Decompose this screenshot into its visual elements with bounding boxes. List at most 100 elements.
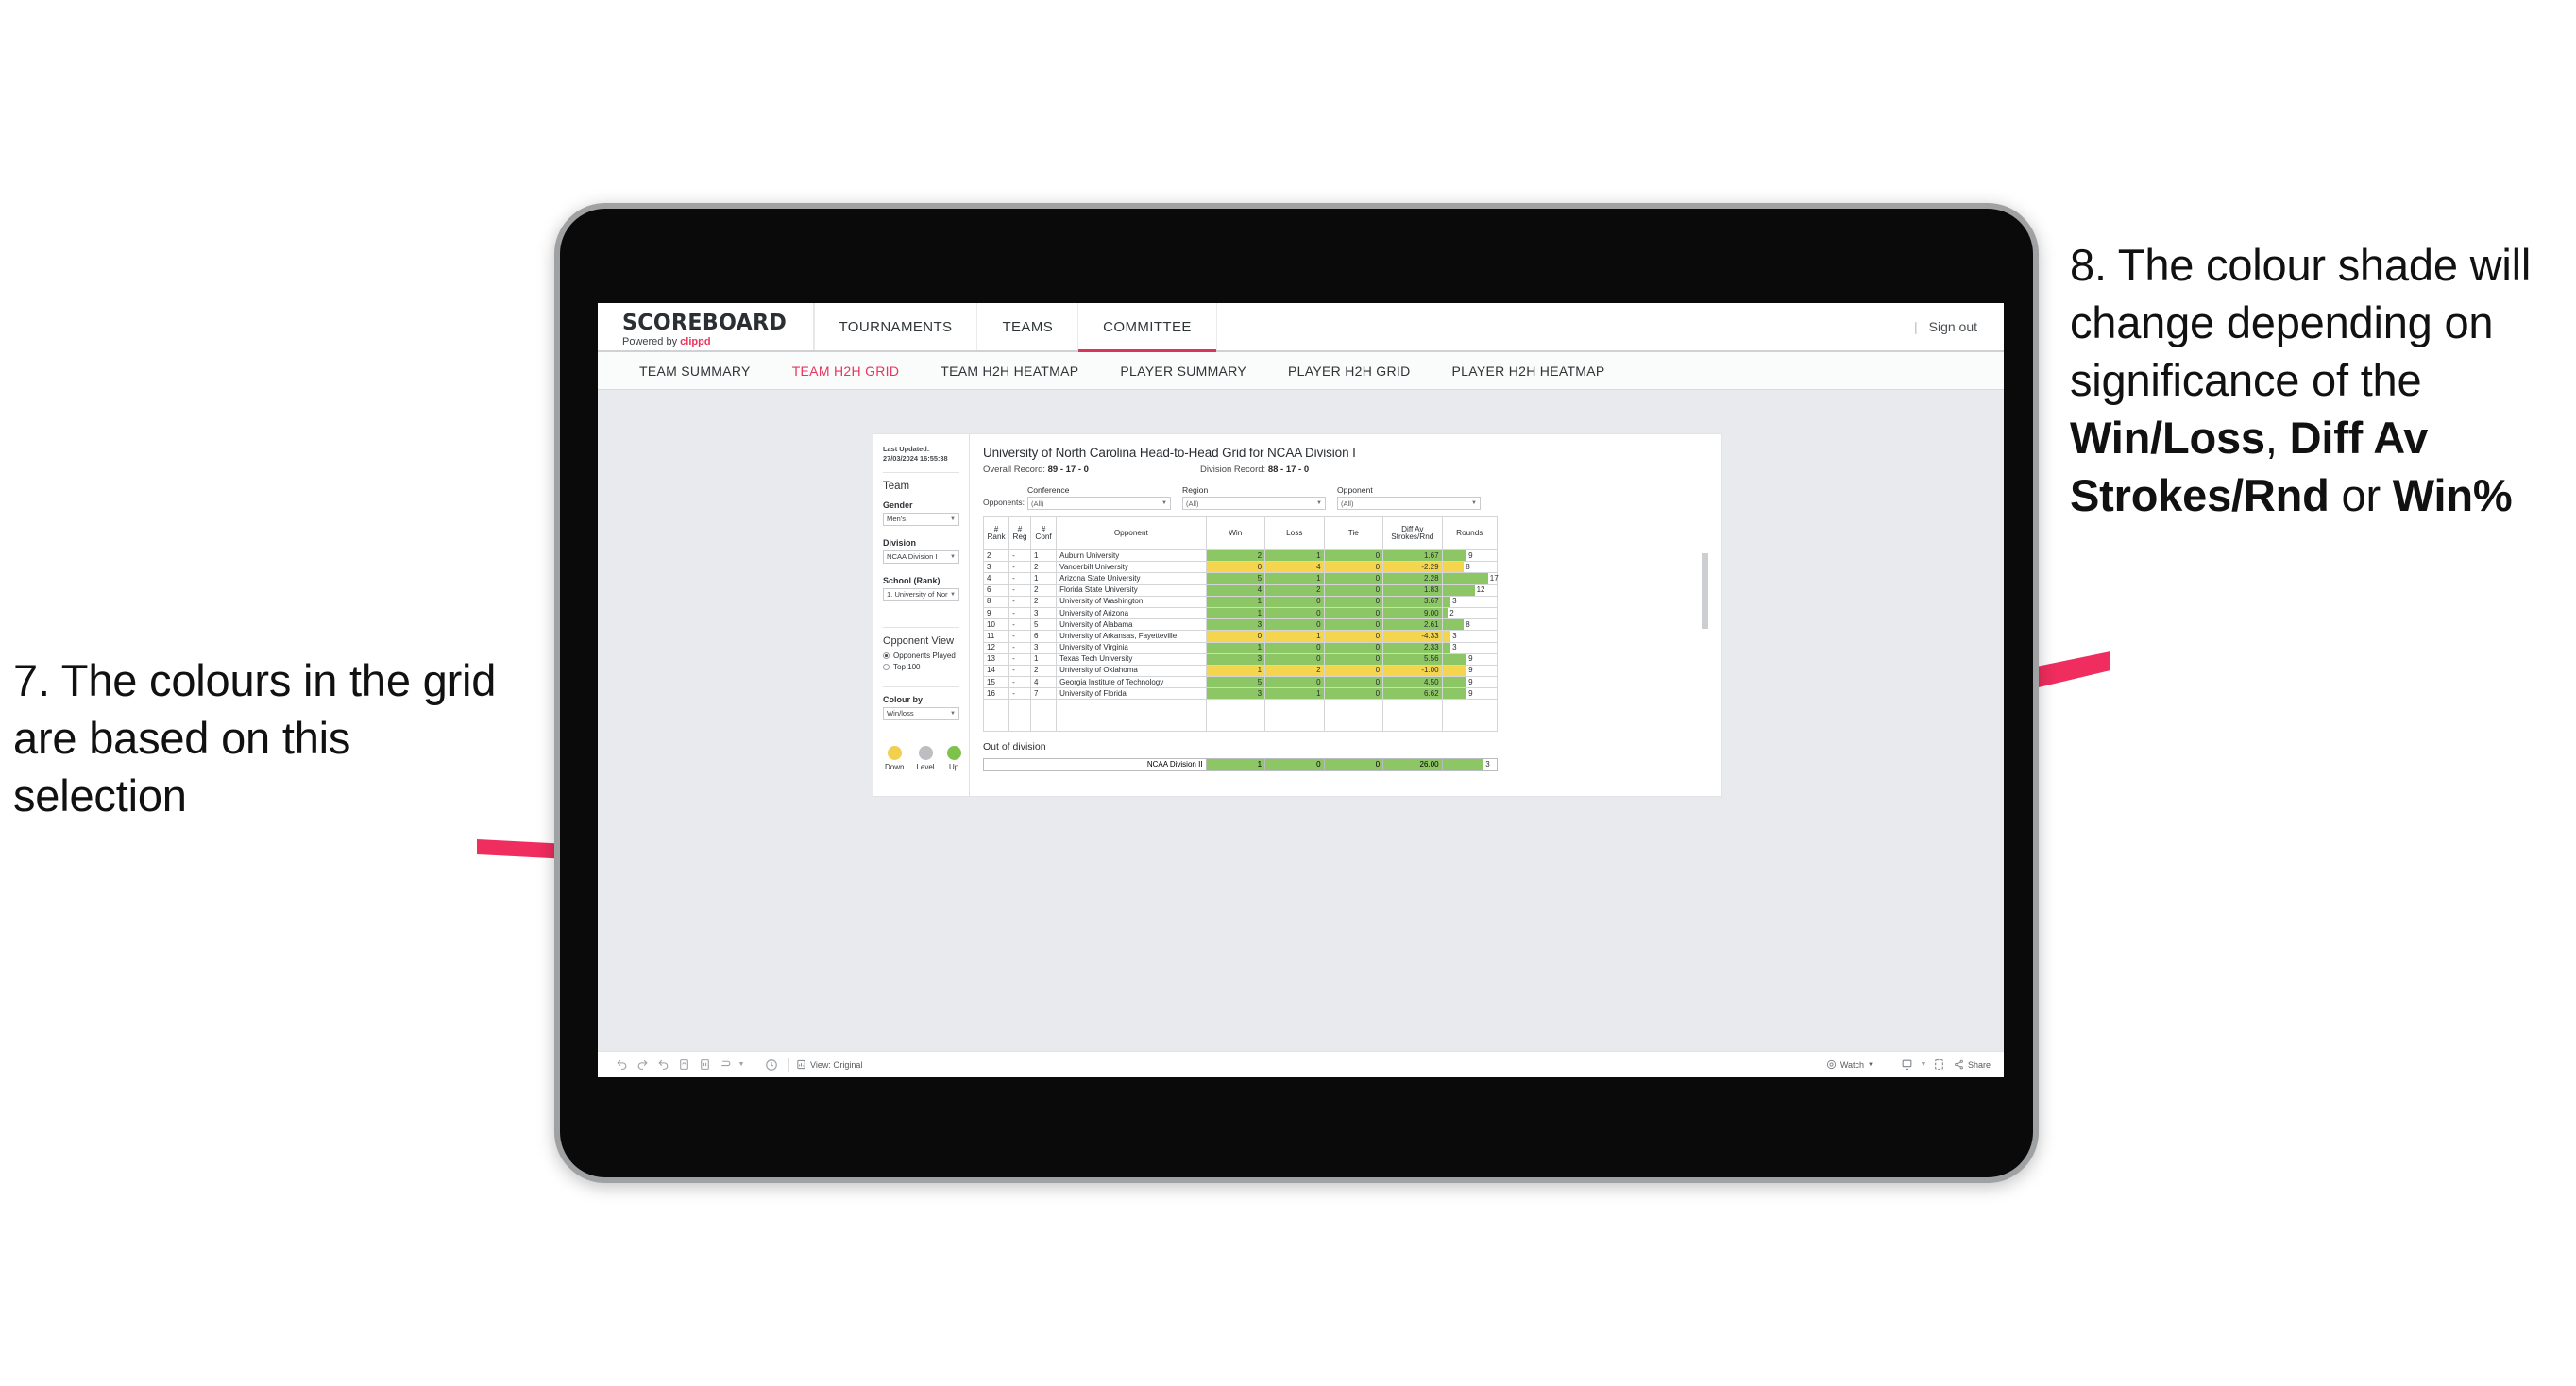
revert-icon[interactable] bbox=[652, 1056, 673, 1073]
pause-icon[interactable] bbox=[694, 1056, 715, 1073]
ood-rounds-value: 3 bbox=[1485, 760, 1490, 769]
filler-cell bbox=[1382, 699, 1443, 733]
gender-value: Men's bbox=[887, 515, 907, 524]
cell-tie: 0 bbox=[1323, 630, 1384, 643]
ood-tie: 0 bbox=[1323, 758, 1384, 772]
subnav-team-h2h-heatmap[interactable]: TEAM H2H HEATMAP bbox=[920, 363, 1099, 379]
watch-label: Watch bbox=[1839, 1059, 1865, 1070]
cell-rank: 3 bbox=[982, 561, 1010, 574]
cell-reg: - bbox=[1008, 606, 1032, 620]
clock-icon[interactable] bbox=[761, 1056, 782, 1073]
cell-reg: - bbox=[1008, 618, 1032, 632]
conference-label: Conference bbox=[1027, 485, 1070, 495]
ood-win: 1 bbox=[1205, 758, 1266, 772]
table-row[interactable]: 12-3 University of Virginia 1 0 0 2.33 3 bbox=[982, 641, 1499, 654]
topnav-teams[interactable]: TEAMS bbox=[977, 303, 1079, 350]
table-row[interactable]: 10-5 University of Alabama 3 0 0 2.61 8 bbox=[982, 618, 1499, 632]
opponent-select[interactable]: (All) ▼ bbox=[1337, 497, 1481, 510]
team-heading: Team bbox=[883, 480, 910, 492]
division-select[interactable]: NCAA Division I ▼ bbox=[883, 549, 959, 564]
region-select[interactable]: (All) ▼ bbox=[1182, 497, 1326, 510]
filler-cell bbox=[1030, 699, 1058, 733]
filler-cell bbox=[1205, 699, 1266, 733]
cell-opponent: Vanderbilt University bbox=[1056, 561, 1207, 574]
brand-title: SCOREBOARD bbox=[622, 310, 788, 335]
topnav-tournaments[interactable]: TOURNAMENTS bbox=[813, 303, 978, 350]
radio-top-100[interactable]: Top 100 bbox=[883, 663, 959, 671]
table-row[interactable]: 3-2 Vanderbilt University 0 4 0 -2.29 8 bbox=[982, 561, 1499, 574]
cell-diff: 2.33 bbox=[1382, 641, 1443, 654]
cell-rounds: 8 bbox=[1441, 561, 1499, 574]
conference-select[interactable]: (All) ▼ bbox=[1027, 497, 1171, 510]
h2h-grid-table: # Rank # Reg # Conf Opponent Win Loss Ti… bbox=[982, 516, 1499, 733]
subnav-player-summary[interactable]: PLAYER SUMMARY bbox=[1099, 363, 1267, 379]
cell-diff: -2.29 bbox=[1382, 561, 1443, 574]
cell-conf: 3 bbox=[1030, 606, 1058, 620]
table-scrollbar[interactable] bbox=[1702, 553, 1708, 629]
brand-logo: SCOREBOARD Powered by clippd bbox=[598, 303, 814, 350]
cell-diff: 5.56 bbox=[1382, 652, 1443, 666]
watch-button[interactable]: Watch ▼ bbox=[1826, 1059, 1873, 1070]
fullscreen-icon[interactable] bbox=[1929, 1056, 1950, 1073]
undo-icon[interactable] bbox=[611, 1056, 632, 1073]
signout-link[interactable]: Sign out bbox=[1929, 319, 1977, 334]
table-row[interactable]: 14-2 University of Oklahoma 1 2 0 -1.00 9 bbox=[982, 664, 1499, 678]
screenshot-root: 7. The colours in the grid are based on … bbox=[0, 0, 2576, 1386]
view-original-button[interactable]: View: Original bbox=[796, 1059, 862, 1070]
table-row[interactable]: 15-4 Georgia Institute of Technology 5 0 0 4.… bbox=[982, 676, 1499, 689]
th-win: Win bbox=[1205, 516, 1266, 550]
refresh-icon[interactable] bbox=[673, 1056, 694, 1073]
table-row[interactable]: 6-2 Florida State University 4 2 0 1.83 12 bbox=[982, 583, 1499, 597]
subnav-player-h2h-heatmap[interactable]: PLAYER H2H HEATMAP bbox=[1432, 363, 1626, 379]
school-rank-value: 1. University of Nort... bbox=[887, 590, 948, 600]
table-row[interactable]: 16-7 University of Florida 3 1 0 6.62 9 bbox=[982, 687, 1499, 701]
cell-rounds: 9 bbox=[1441, 664, 1499, 678]
cell-rank: 16 bbox=[982, 687, 1010, 701]
cell-conf: 7 bbox=[1030, 687, 1058, 701]
th-rank: # Rank bbox=[982, 516, 1010, 550]
opponent-value: (All) bbox=[1341, 499, 1354, 508]
gender-label: Gender bbox=[883, 499, 913, 510]
chevron-down-icon[interactable]: ▼ bbox=[1918, 1056, 1929, 1073]
cell-opponent: University of Arizona bbox=[1056, 606, 1207, 620]
chevron-down-icon: ▼ bbox=[950, 591, 956, 598]
radio-opponents-played[interactable]: Opponents Played bbox=[883, 651, 959, 660]
share-button[interactable]: Share bbox=[1954, 1059, 1991, 1070]
subnav-team-h2h-grid[interactable]: TEAM H2H GRID bbox=[771, 363, 921, 379]
rounds-bar bbox=[1442, 584, 1475, 596]
cell-opponent: University of Florida bbox=[1056, 687, 1207, 701]
rounds-value: 2 bbox=[1449, 608, 1454, 617]
th-reg: # Reg bbox=[1008, 516, 1032, 550]
subnav-player-h2h-grid[interactable]: PLAYER H2H GRID bbox=[1267, 363, 1432, 379]
overall-record-value: 89 - 17 - 0 bbox=[1047, 465, 1089, 475]
colour-by-select[interactable]: Win/loss ▼ bbox=[883, 706, 959, 720]
rounds-bar-wrap: 9 bbox=[1442, 653, 1497, 665]
annotation-right-m1: , bbox=[2264, 413, 2290, 464]
chevron-down-icon[interactable]: ▼ bbox=[736, 1056, 747, 1073]
table-row[interactable]: 8-2 University of Washington 1 0 0 3.67 3 bbox=[982, 595, 1499, 608]
cell-win: 1 bbox=[1205, 641, 1266, 654]
table-row[interactable]: 4-1 Arizona State University 5 1 0 2.28 17 bbox=[982, 572, 1499, 585]
cell-rounds: 3 bbox=[1441, 595, 1499, 608]
cell-loss: 0 bbox=[1264, 606, 1325, 620]
table-row[interactable]: 9-3 University of Arizona 1 0 0 9.00 2 bbox=[982, 606, 1499, 620]
table-row[interactable]: 2-1 Auburn University 2 1 0 1.67 9 bbox=[982, 549, 1499, 563]
colour-by-value: Win/loss bbox=[887, 709, 914, 718]
cell-diff: 4.50 bbox=[1382, 676, 1443, 689]
conference-value: (All) bbox=[1031, 499, 1044, 508]
rounds-bar-wrap: 3 bbox=[1442, 642, 1497, 653]
table-row[interactable]: 13-1 Texas Tech University 3 0 0 5.56 9 bbox=[982, 652, 1499, 666]
redo-icon[interactable] bbox=[632, 1056, 652, 1073]
school-rank-select[interactable]: 1. University of Nort... ▼ bbox=[883, 587, 959, 601]
cell-conf: 2 bbox=[1030, 595, 1058, 608]
topnav-committee[interactable]: COMMITTEE bbox=[1078, 303, 1217, 352]
cell-rounds: 3 bbox=[1441, 641, 1499, 654]
alerts-icon[interactable] bbox=[715, 1056, 736, 1073]
cell-conf: 2 bbox=[1030, 561, 1058, 574]
gender-select[interactable]: Men's ▼ bbox=[883, 512, 959, 526]
cell-rounds: 2 bbox=[1441, 606, 1499, 620]
subnav-team-summary[interactable]: TEAM SUMMARY bbox=[619, 363, 771, 379]
cell-diff: 2.28 bbox=[1382, 572, 1443, 585]
table-row[interactable]: 11-6 University of Arkansas, Fayetteville… bbox=[982, 630, 1499, 643]
download-icon[interactable] bbox=[1897, 1056, 1918, 1073]
